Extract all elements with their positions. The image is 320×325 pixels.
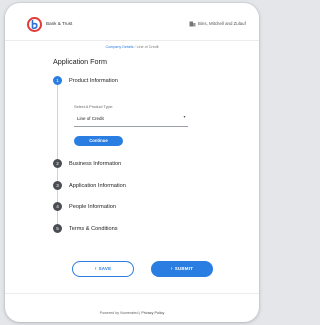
chevron-right-icon: › bbox=[170, 266, 173, 272]
top-bar: Bank & Trust Bins, Mitchell and Zulauf bbox=[5, 3, 259, 41]
step-people-information[interactable]: 4 People Information bbox=[53, 202, 223, 212]
submit-button[interactable]: › SUBMIT bbox=[151, 261, 213, 277]
step-label: Application Information bbox=[69, 182, 126, 189]
page-title: Application Form bbox=[53, 57, 107, 66]
bank-name: Bank & Trust bbox=[46, 21, 73, 26]
breadcrumb-current: Line of Credit bbox=[136, 45, 159, 49]
product-type-select[interactable]: Line of Credit ▾ bbox=[74, 113, 188, 127]
step-label: Product Information bbox=[69, 77, 118, 84]
step-business-information[interactable]: 2 Business Information bbox=[53, 159, 223, 169]
breadcrumb-separator: / bbox=[134, 45, 136, 49]
submit-label: SUBMIT bbox=[174, 266, 194, 271]
step-number-badge: 4 bbox=[53, 202, 62, 211]
footer-text: Powered by Numerated | Privacy Policy bbox=[5, 311, 259, 315]
privacy-policy-link[interactable]: Privacy Policy bbox=[141, 311, 164, 315]
powered-by-text: Powered by Numerated bbox=[99, 311, 139, 315]
step-number-badge: 5 bbox=[53, 224, 62, 233]
caret-down-icon: ▾ bbox=[183, 114, 186, 119]
company-name[interactable]: Bins, Mitchell and Zulauf bbox=[198, 21, 246, 26]
step-number-badge: 3 bbox=[53, 181, 62, 190]
step-number-badge: 1 bbox=[53, 76, 62, 85]
breadcrumb: Company Details / Line of Credit bbox=[5, 45, 259, 49]
footer: Powered by Numerated | Privacy Policy bbox=[5, 293, 259, 322]
step-label: Business Information bbox=[69, 160, 122, 167]
product-type-label: Select A Product Type: bbox=[74, 104, 114, 109]
step-label: People Information bbox=[69, 203, 116, 210]
step-number-badge: 2 bbox=[53, 159, 62, 168]
step-terms-conditions[interactable]: 5 Terms & Conditions bbox=[53, 224, 223, 234]
save-button[interactable]: › SAVE bbox=[72, 261, 134, 277]
continue-button[interactable]: Continue bbox=[74, 136, 123, 146]
app-frame: Bank & Trust Bins, Mitchell and Zulauf C… bbox=[5, 3, 259, 322]
step-label: Terms & Conditions bbox=[69, 225, 118, 232]
breadcrumb-company-details[interactable]: Company Details bbox=[105, 45, 133, 49]
product-type-value: Line of Credit bbox=[77, 116, 104, 121]
step-application-information[interactable]: 3 Application Information bbox=[53, 181, 223, 191]
bank-logo-icon[interactable] bbox=[27, 17, 42, 32]
building-icon bbox=[189, 21, 196, 27]
save-label: SAVE bbox=[98, 266, 112, 271]
chevron-right-icon: › bbox=[94, 266, 97, 272]
step-product-information[interactable]: 1 Product Information bbox=[53, 76, 223, 86]
